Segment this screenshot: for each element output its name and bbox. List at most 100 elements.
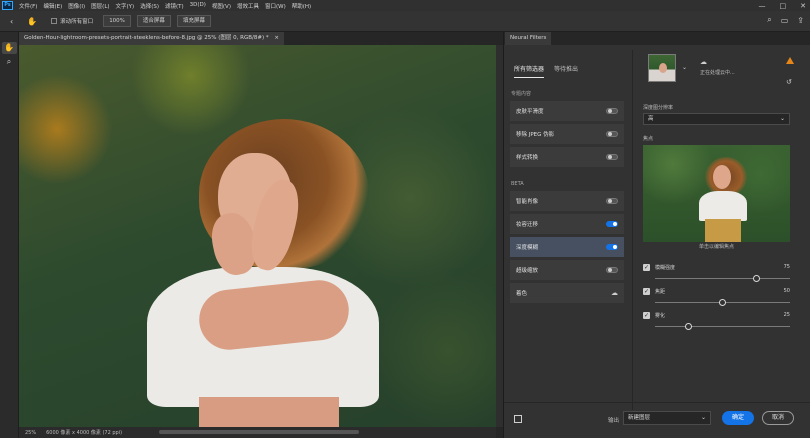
options-bar: ‹ ✋ 滚动所有窗口 100% 适合屏幕 填充屏幕 ⌕ ▭ ⇪ bbox=[0, 11, 810, 32]
scroll-all-windows-checkbox[interactable] bbox=[51, 18, 58, 24]
warning-icon[interactable] bbox=[786, 57, 794, 64]
status-bar: 25% 6000 像素 x 4000 像素 (72 ppi) bbox=[19, 427, 496, 438]
filter-label: 深度模糊 bbox=[516, 245, 539, 251]
document-info[interactable]: 6000 像素 x 4000 像素 (72 ppi) bbox=[46, 429, 122, 436]
close-tab-icon[interactable]: × bbox=[274, 35, 279, 41]
resolution-label: 深度图分辨率 bbox=[643, 105, 674, 111]
chevron-down-icon: ⌄ bbox=[700, 414, 706, 421]
vertical-scrollbar[interactable] bbox=[496, 45, 503, 427]
photoshop-logo: Ps bbox=[2, 1, 13, 10]
slider-track[interactable] bbox=[655, 278, 790, 279]
menu-plugins[interactable]: 增效工具 bbox=[237, 2, 259, 10]
checkbox[interactable]: ✓ bbox=[643, 312, 650, 319]
menu-image[interactable]: 图像(I) bbox=[68, 2, 85, 10]
panel-tab-row: Neural Filters bbox=[504, 32, 810, 45]
tab-all-filters[interactable]: 所有筛选器 bbox=[514, 64, 545, 78]
panel-divider bbox=[632, 50, 633, 410]
close-icon[interactable]: ✕ bbox=[800, 2, 806, 10]
document-tab[interactable]: Golden-Hour-lightroom-presets-portrait-s… bbox=[19, 32, 284, 45]
neural-filters-tab[interactable]: Neural Filters bbox=[505, 32, 552, 45]
menu-filter[interactable]: 滤镜(T) bbox=[165, 2, 184, 10]
horizontal-scrollbar[interactable] bbox=[159, 430, 359, 434]
output-label: 输出 bbox=[608, 418, 620, 424]
zoom-100-button[interactable]: 100% bbox=[103, 15, 131, 27]
share-icon[interactable]: ⇪ bbox=[797, 16, 804, 25]
slider-knob[interactable] bbox=[685, 323, 693, 330]
filter-toggle[interactable] bbox=[606, 198, 618, 204]
filter-label: 智能肖像 bbox=[516, 199, 539, 205]
slider-focal-distance: ✓ 焦距 50 bbox=[643, 288, 790, 310]
filter-super-zoom[interactable]: 超级缩放 bbox=[510, 260, 624, 280]
filter-list: 所有筛选器 等待推出 专题内容 皮肤平滑度 移除 JPEG 伪影 样式转换 BE… bbox=[508, 50, 626, 410]
search-icon[interactable]: ⌕ bbox=[767, 15, 771, 25]
cancel-button[interactable]: 取消 bbox=[762, 411, 794, 425]
filter-toggle[interactable] bbox=[606, 244, 618, 250]
zoom-tool-icon[interactable]: ⌕ bbox=[2, 56, 17, 68]
window-controls: — □ ✕ bbox=[759, 0, 807, 11]
preview-thumbnail[interactable] bbox=[648, 54, 676, 82]
filter-style-transfer[interactable]: 样式转换 bbox=[510, 147, 624, 167]
slider-value: 25 bbox=[783, 312, 790, 318]
filter-depth-blur[interactable]: 深度模糊 bbox=[510, 237, 624, 257]
show-original-icon[interactable] bbox=[514, 415, 522, 423]
resolution-select[interactable]: 高 ⌄ bbox=[643, 113, 790, 125]
menu-window[interactable]: 窗口(W) bbox=[265, 2, 286, 10]
reset-icon[interactable]: ↺ bbox=[786, 78, 792, 86]
filter-makeup-transfer[interactable]: 妆容迁移 bbox=[510, 214, 624, 234]
cloud-download-icon[interactable]: ☁ bbox=[611, 289, 618, 297]
document-tab-title: Golden-Hour-lightroom-presets-portrait-s… bbox=[24, 35, 269, 41]
focus-preview[interactable] bbox=[643, 145, 790, 242]
hand-tool-icon[interactable]: ✋ bbox=[1, 42, 17, 54]
hand-tool-icon[interactable]: ✋ bbox=[27, 17, 37, 26]
fit-screen-button[interactable]: 适合屏幕 bbox=[136, 15, 171, 27]
menu-select[interactable]: 选择(S) bbox=[140, 2, 159, 10]
slider-value: 50 bbox=[783, 288, 790, 294]
ok-button[interactable]: 确定 bbox=[722, 411, 754, 425]
filter-toggle[interactable] bbox=[606, 131, 618, 137]
menu-edit[interactable]: 编辑(E) bbox=[43, 2, 62, 10]
checkbox[interactable]: ✓ bbox=[643, 264, 650, 271]
menu-help[interactable]: 帮助(H) bbox=[292, 2, 311, 10]
filter-colorize[interactable]: 着色 ☁ bbox=[510, 283, 624, 303]
home-icon[interactable]: ‹ bbox=[10, 17, 13, 26]
document-tab-row: Golden-Hour-lightroom-presets-portrait-s… bbox=[19, 32, 503, 45]
filter-tabs: 所有筛选器 等待推出 bbox=[508, 50, 626, 78]
checkbox[interactable]: ✓ bbox=[643, 288, 650, 295]
scroll-all-windows-label: 滚动所有窗口 bbox=[60, 19, 94, 25]
workspace-icon[interactable]: ▭ bbox=[781, 16, 789, 25]
maximize-icon[interactable]: □ bbox=[780, 2, 787, 10]
slider-blur-strength: ✓ 模糊强度 75 bbox=[643, 264, 790, 286]
menu-type[interactable]: 文字(Y) bbox=[116, 2, 135, 10]
slider-label: 焦距 bbox=[655, 289, 666, 295]
menu-3d[interactable]: 3D(D) bbox=[190, 2, 206, 10]
menu-layer[interactable]: 图层(L) bbox=[91, 2, 109, 10]
options-bar-right: ⌕ ▭ ⇪ bbox=[767, 15, 804, 25]
menu-file[interactable]: 文件(F) bbox=[19, 2, 37, 10]
chevron-down-icon[interactable]: ⌄ bbox=[682, 64, 687, 71]
menu-view[interactable]: 视图(V) bbox=[212, 2, 231, 10]
output-select[interactable]: 新建图层 ⌄ bbox=[623, 411, 711, 425]
cloud-icon: ☁ bbox=[700, 58, 707, 66]
filter-toggle[interactable] bbox=[606, 221, 618, 227]
filter-smart-portrait[interactable]: 智能肖像 bbox=[510, 191, 624, 211]
document-canvas[interactable] bbox=[19, 45, 496, 427]
filter-toggle[interactable] bbox=[606, 154, 618, 160]
slider-track[interactable] bbox=[655, 326, 790, 327]
filter-label: 着色 bbox=[516, 291, 528, 297]
fill-screen-button[interactable]: 填充屏幕 bbox=[176, 15, 211, 27]
slider-knob[interactable] bbox=[719, 299, 726, 306]
tab-wait-list[interactable]: 等待推出 bbox=[554, 64, 578, 78]
filter-toggle[interactable] bbox=[606, 108, 618, 114]
panel-footer: 输出 新建图层 ⌄ 确定 取消 bbox=[504, 402, 810, 438]
zoom-level[interactable]: 25% bbox=[25, 430, 36, 436]
filter-toggle[interactable] bbox=[606, 267, 618, 273]
neural-filters-panel: Neural Filters 所有筛选器 等待推出 专题内容 皮肤平滑度 移除 … bbox=[503, 32, 810, 438]
slider-knob[interactable] bbox=[752, 275, 760, 282]
filter-skin-smoothing[interactable]: 皮肤平滑度 bbox=[510, 101, 624, 121]
filter-label: 妆容迁移 bbox=[516, 222, 539, 228]
slider-value: 75 bbox=[783, 264, 790, 270]
minimize-icon[interactable]: — bbox=[759, 2, 766, 10]
filter-settings: ⌄ ☁ 正在处理云中... ↺ 深度图分辨率 高 ⌄ 焦点 单击以编辑焦点 ✓ … bbox=[638, 50, 808, 410]
filter-jpeg-artifacts[interactable]: 移除 JPEG 伪影 bbox=[510, 124, 624, 144]
slider-label: 雾化 bbox=[655, 313, 666, 319]
